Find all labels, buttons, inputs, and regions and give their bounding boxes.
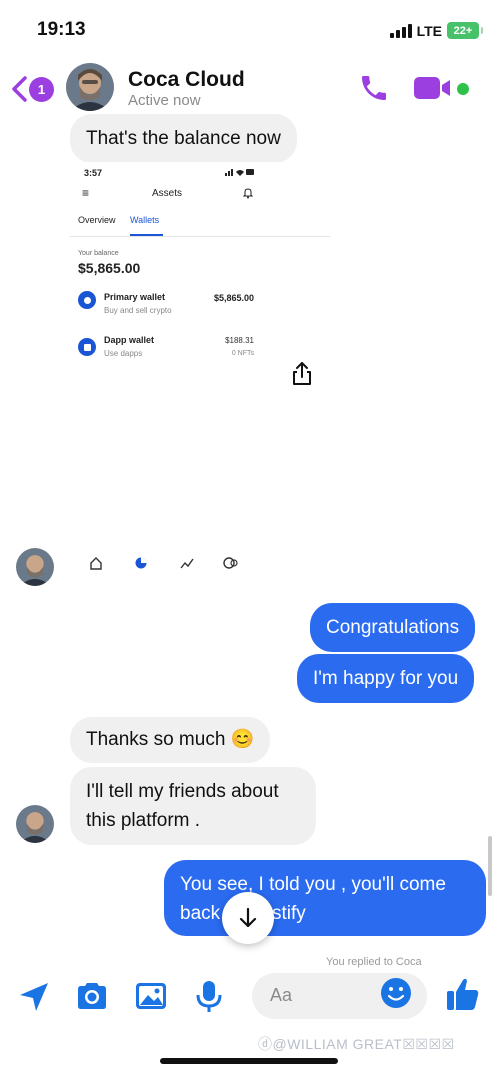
bell-icon bbox=[242, 188, 254, 199]
message-input-placeholder: Aa bbox=[270, 985, 293, 1005]
wallet-subtitle: Buy and sell crypto bbox=[104, 306, 172, 315]
microphone-icon[interactable] bbox=[191, 978, 227, 1014]
chat-header: 1 Coca Cloud Active now bbox=[0, 60, 497, 118]
message-incoming[interactable]: Thanks so much 😊 bbox=[70, 717, 271, 763]
message-text-tail: stify bbox=[272, 903, 306, 924]
location-arrow-icon[interactable] bbox=[16, 978, 52, 1014]
contact-avatar-small[interactable] bbox=[16, 548, 54, 586]
thumbs-up-icon[interactable] bbox=[446, 976, 480, 1012]
message-outgoing[interactable]: I'm happy for you bbox=[297, 654, 475, 703]
wallet-value: $188.31 bbox=[225, 336, 254, 345]
shared-bottom-nav bbox=[90, 557, 238, 570]
back-chevron-icon[interactable] bbox=[10, 75, 28, 103]
wallet-value: $5,865.00 bbox=[213, 293, 254, 303]
scrollbar[interactable] bbox=[488, 836, 492, 896]
camera-icon[interactable] bbox=[74, 978, 110, 1014]
signal-icon bbox=[389, 23, 412, 38]
online-indicator bbox=[457, 83, 469, 95]
shared-status-time: 3:57 bbox=[84, 168, 103, 178]
wallet-name: Primary wallet bbox=[104, 292, 166, 302]
battery-icon: 22+ bbox=[447, 22, 483, 39]
scroll-to-bottom-button[interactable] bbox=[222, 892, 274, 944]
arrow-down-icon bbox=[239, 907, 257, 928]
share-icon[interactable] bbox=[288, 360, 316, 388]
contact-avatar-small[interactable] bbox=[16, 805, 54, 843]
status-indicators: LTE 22+ bbox=[389, 22, 483, 39]
primary-wallet-icon bbox=[78, 291, 96, 309]
message-outgoing[interactable]: You see, I told you , you'll come back s… bbox=[164, 860, 486, 936]
wallet-name: Dapp wallet bbox=[104, 335, 155, 345]
status-bar: 19:13 LTE 22+ bbox=[0, 0, 497, 56]
watermark: ⓓ@WILLIAM GREAT☒☒☒☒ bbox=[258, 1036, 455, 1052]
hamburger-menu-icon: ≡ bbox=[82, 186, 90, 200]
wallet-detail: 0 NFTs bbox=[231, 350, 254, 357]
shared-tab-wallets: Wallets bbox=[130, 215, 160, 225]
video-call-icon[interactable] bbox=[414, 76, 452, 100]
unread-badge[interactable]: 1 bbox=[29, 77, 54, 102]
message-incoming[interactable]: That's the balance now bbox=[70, 114, 297, 163]
balance-label: Your balance bbox=[78, 250, 119, 257]
replied-note: You replied to Coca bbox=[326, 956, 422, 968]
wallet-subtitle: Use dapps bbox=[104, 349, 143, 358]
shared-divider bbox=[70, 236, 330, 237]
contact-name[interactable]: Coca Cloud bbox=[128, 68, 245, 92]
emoji-icon[interactable] bbox=[380, 977, 412, 1009]
home-indicator[interactable] bbox=[160, 1058, 338, 1064]
message-outgoing[interactable]: Congratulations bbox=[310, 603, 476, 652]
message-incoming[interactable]: I'll tell my friends about this platform… bbox=[70, 767, 316, 845]
shared-tab-overview: Overview bbox=[78, 215, 116, 225]
network-type: LTE bbox=[416, 22, 442, 39]
phone-call-icon[interactable] bbox=[358, 72, 390, 104]
shared-image[interactable]: 3:57 ≡ Assets Overview Wallets Your bala… bbox=[70, 162, 330, 522]
composer-bar: Aa bbox=[0, 968, 497, 1028]
shared-title: Assets bbox=[152, 188, 183, 199]
status-time: 19:13 bbox=[37, 19, 86, 40]
contact-avatar[interactable] bbox=[66, 63, 114, 111]
shared-status-icons bbox=[225, 169, 254, 176]
message-text: You see, I told you , you'll come back bbox=[180, 874, 446, 924]
balance-value: $5,865.00 bbox=[78, 260, 141, 276]
gallery-icon[interactable] bbox=[133, 978, 169, 1014]
dapp-wallet-icon bbox=[78, 338, 96, 356]
presence-status: Active now bbox=[128, 92, 201, 109]
